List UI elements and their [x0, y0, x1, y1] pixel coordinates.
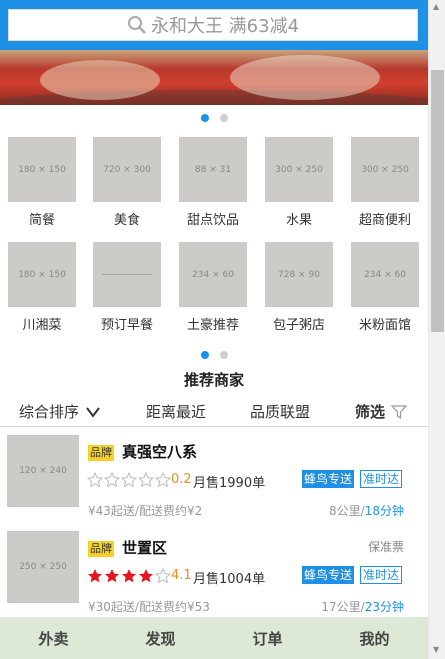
shop-card[interactable]: 250 × 250 品牌 世置区 保准票 4.1 月售1004单 蜂鸟专送 准时… [0, 523, 428, 619]
sort-comprehensive-label: 综合排序 [19, 403, 80, 421]
star-empty-icon [104, 472, 120, 488]
search-placeholder: 永和大王 满63减4 [150, 16, 300, 37]
nav-profile[interactable]: 我的 [359, 628, 389, 649]
delivery-badge: 蜂鸟专送 [302, 566, 355, 584]
category-label: 超商便利 [358, 213, 411, 228]
star-empty-icon [155, 472, 171, 488]
sort-comprehensive[interactable]: 综合排序 [19, 401, 101, 422]
scrollbar-thumb[interactable] [431, 70, 444, 332]
star-empty-icon [155, 568, 171, 584]
delivery-time: 23分钟 [364, 600, 404, 614]
category-label: 美食 [113, 213, 140, 228]
delivery-fees: ¥30起送/配送费约¥53 [88, 600, 210, 614]
category-image: 234 × 60 [179, 242, 247, 307]
chevron-down-icon [86, 406, 100, 418]
category-label: 包子粥店 [272, 318, 325, 333]
category-shuiguo[interactable]: 300 × 250 水果 [265, 137, 333, 228]
filter-button[interactable]: 筛选 [355, 401, 408, 422]
category-image: 180 × 150 [8, 242, 76, 307]
rating-stars [87, 472, 172, 488]
distance-time: 8公里/18分钟 [329, 504, 404, 518]
category-image: 300 × 250 [265, 137, 333, 202]
category-label: 预订早餐 [100, 318, 153, 333]
pagination-dot-active[interactable] [201, 114, 209, 122]
star-filled-icon [88, 569, 102, 583]
category-chuanxiang[interactable]: 180 × 150 川湘菜 [8, 242, 76, 333]
monthly-sales: 月售1004单 [193, 572, 266, 587]
category-label: 甜点饮品 [186, 213, 239, 228]
star-empty-icon [138, 472, 154, 488]
pagination-dot[interactable] [220, 114, 228, 122]
category-mifen[interactable]: 234 × 60 米粉面馆 [351, 242, 419, 333]
nav-orders[interactable]: 订单 [252, 628, 282, 649]
delivery-badge: 蜂鸟专送 [302, 470, 355, 488]
distance: 8公里 [329, 504, 361, 518]
main-content: 永和大王 满63减4 180 × 150 简餐 720 × 300 美食 88 … [0, 0, 428, 659]
sort-nearest[interactable]: 距离最近 [146, 401, 206, 422]
section-title: 推荐商家 [183, 371, 244, 389]
category-tiandian[interactable]: 88 × 31 甜点饮品 [179, 137, 247, 228]
rating-value: 4.1 [171, 568, 192, 583]
search-icon [127, 16, 146, 34]
scroll-up-arrow-icon[interactable]: ▲ [433, 2, 439, 11]
nav-takeout[interactable]: 外卖 [38, 628, 68, 649]
category-tuhao[interactable]: 234 × 60 土豪推荐 [179, 242, 247, 333]
scroll-down-arrow-icon[interactable]: ▼ [433, 645, 439, 654]
page: 永和大王 满63减4 180 × 150 简餐 720 × 300 美食 88 … [0, 0, 445, 659]
star-empty-icon [87, 472, 103, 488]
shop-name: 真强空八系 [122, 443, 198, 461]
pagination-dot[interactable] [220, 351, 228, 359]
category-chaoshang[interactable]: 300 × 250 超商便利 [351, 137, 419, 228]
category-image: 728 × 90 [265, 242, 333, 307]
star-empty-icon [121, 472, 137, 488]
category-image: 720 × 300 [93, 137, 161, 202]
sort-bar: 综合排序 距离最近 品质联盟 筛选 [0, 397, 428, 427]
pagination-dot-active[interactable] [201, 351, 209, 359]
ontime-badge: 准时达 [360, 566, 403, 584]
star-filled-icon [139, 569, 153, 583]
category-label: 川湘菜 [22, 318, 62, 333]
sort-quality[interactable]: 品质联盟 [250, 401, 310, 422]
brand-badge: 品牌 [88, 541, 114, 557]
category-image: 88 × 31 [179, 137, 247, 202]
invoice-label: 保准票 [367, 540, 404, 554]
category-image [93, 242, 161, 307]
shop-card[interactable]: 120 × 240 品牌 真强空八系 0.2 月售1990单 蜂鸟专送 准时达 … [0, 427, 428, 523]
monthly-sales: 月售1990单 [193, 476, 266, 491]
header: 永和大王 满63减4 [0, 0, 428, 50]
delivery-fees: ¥43起送/配送费约¥2 [88, 504, 203, 518]
shop-name: 世置区 [122, 539, 168, 557]
shop-image: 250 × 250 [7, 531, 79, 603]
bottom-nav: 外卖 发现 订单 我的 [0, 617, 428, 659]
banner-pagination [201, 114, 228, 122]
category-jiancan[interactable]: 180 × 150 简餐 [8, 137, 76, 228]
star-filled-icon [122, 569, 136, 583]
rating-value: 0.2 [171, 472, 192, 487]
ontime-badge: 准时达 [360, 470, 403, 488]
filter-icon [391, 404, 408, 419]
category-baozi[interactable]: 728 × 90 包子粥店 [265, 242, 333, 333]
brand-badge: 品牌 [88, 445, 114, 461]
category-label: 水果 [285, 213, 312, 228]
promo-banner[interactable] [0, 50, 428, 105]
nav-discover[interactable]: 发现 [145, 628, 175, 649]
category-image: 300 × 250 [351, 137, 419, 202]
category-image: 180 × 150 [8, 137, 76, 202]
star-filled-icon [105, 569, 119, 583]
distance: 17公里 [321, 600, 361, 614]
vertical-scrollbar[interactable]: ▲ ▼ [428, 0, 445, 659]
category-zaocan[interactable]: 预订早餐 [93, 242, 161, 333]
rating-stars [87, 568, 172, 584]
category-meishi[interactable]: 720 × 300 美食 [93, 137, 161, 228]
category-image: 234 × 60 [351, 242, 419, 307]
category-label: 土豪推荐 [186, 318, 239, 333]
delivery-time: 18分钟 [364, 504, 404, 518]
filter-label: 筛选 [355, 403, 386, 421]
shop-image: 120 × 240 [7, 435, 79, 507]
distance-time: 17公里/23分钟 [321, 600, 404, 614]
category-label: 简餐 [28, 213, 55, 228]
category-label: 米粉面馆 [358, 318, 411, 333]
search-box[interactable]: 永和大王 满63减4 [8, 9, 418, 41]
category-pagination [201, 351, 228, 359]
